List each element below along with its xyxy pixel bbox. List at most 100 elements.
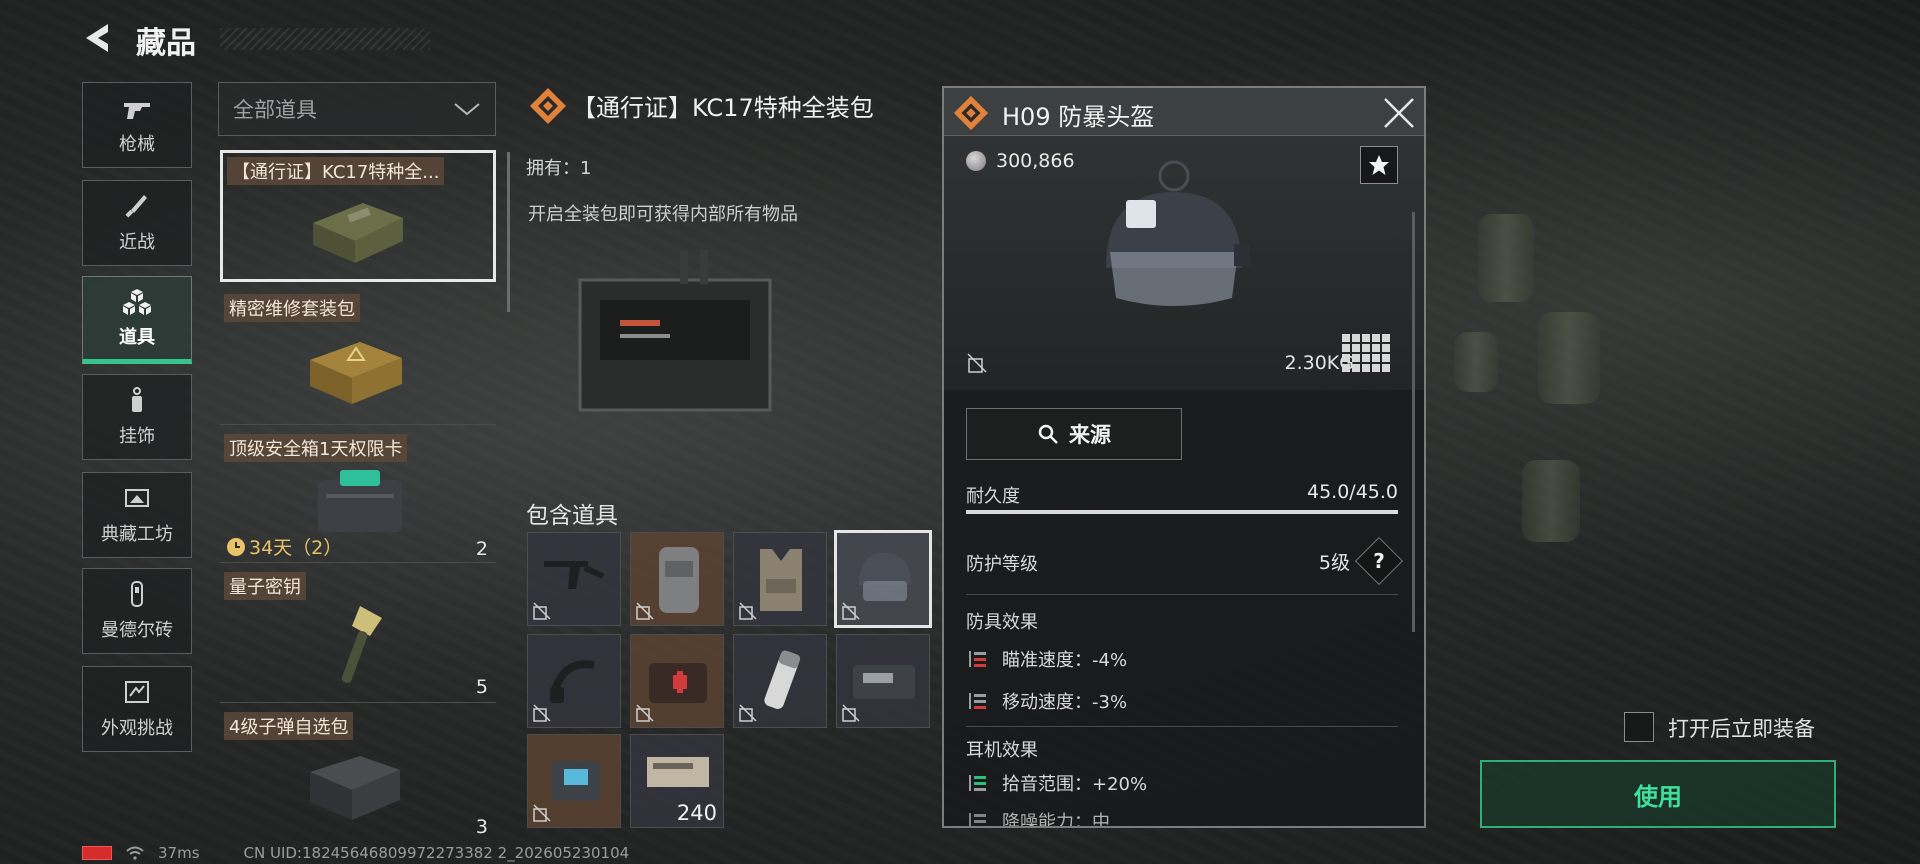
search-icon (1038, 424, 1058, 444)
untradable-icon (739, 704, 757, 722)
contained-item-slot[interactable] (733, 634, 827, 728)
background-grenade (1454, 332, 1498, 392)
equip-on-open-checkbox[interactable] (1624, 712, 1654, 742)
contained-item-slot[interactable] (527, 634, 621, 728)
item-count: 2 (475, 538, 488, 560)
quantum-key-icon (341, 606, 382, 683)
item-timer-text: 34天（2） (249, 537, 343, 559)
contained-item-slot[interactable] (527, 532, 621, 626)
protection-help-button[interactable] (1354, 536, 1404, 586)
rarity-diamond-icon (953, 95, 989, 131)
popup-scrollbar[interactable] (1412, 212, 1415, 632)
list-item[interactable]: 顶级安全箱1天权限卡 34天（2） 2 (220, 430, 496, 564)
item-timer: 34天（2） (226, 533, 342, 560)
challenge-icon (125, 681, 149, 703)
untradable-icon (533, 704, 551, 722)
category-guns[interactable]: 枪械 (82, 82, 192, 168)
favorite-button[interactable] (1360, 146, 1398, 184)
protection-value: 5级 (1318, 552, 1350, 574)
list-item[interactable]: 【通行证】KC17特种全... (220, 150, 496, 282)
item-name: 顶级安全箱1天权限卡 (224, 434, 408, 462)
contained-item-slot[interactable]: 240 (630, 734, 724, 828)
section-divider (966, 594, 1398, 595)
headset-icon (550, 660, 595, 703)
decrease-icon (969, 693, 986, 709)
pack-title: 【通行证】KC17特种全装包 (572, 94, 874, 122)
list-item[interactable]: 量子密钥 5 (220, 568, 496, 702)
helmet-icon (859, 553, 911, 601)
untradable-icon (636, 602, 654, 620)
untradable-icon (739, 602, 757, 620)
page-title: 藏品 (136, 26, 196, 61)
use-button[interactable]: 使用 (1480, 760, 1836, 828)
category-label: 曼德尔砖 (101, 620, 173, 641)
category-label: 道具 (119, 327, 155, 348)
effect-text: 移动速度：-3% (1002, 692, 1128, 713)
device-icon (853, 665, 915, 699)
supply-crate-icon (313, 203, 403, 263)
category-items[interactable]: 道具 (82, 276, 192, 364)
protection-label: 防护等级 (966, 554, 1038, 575)
effect-row: 移动速度：-3% (966, 688, 1127, 714)
decrease-icon (969, 651, 986, 667)
title-decoration (220, 28, 430, 50)
equip-on-open-label: 打开后立即装备 (1668, 717, 1815, 741)
category-label: 典藏工坊 (101, 524, 173, 545)
effect-text: 降噪能力：中 (1002, 812, 1110, 828)
list-item[interactable]: 精密维修套装包 (220, 290, 496, 424)
untradable-icon (636, 704, 654, 722)
clock-icon (227, 537, 245, 556)
effect-text: 瞄准速度：-4% (1002, 650, 1128, 671)
contains-label: 包含道具 (526, 503, 618, 529)
item-count: 5 (475, 676, 488, 698)
smg-icon (544, 561, 605, 589)
coin-icon (966, 151, 986, 171)
category-mandel-brick[interactable]: 曼德尔砖 (82, 568, 192, 654)
list-item[interactable]: 4级子弹自选包 3 (220, 708, 496, 842)
contained-item-slot[interactable] (733, 532, 827, 626)
category-charms[interactable]: 挂饰 (82, 374, 192, 460)
workshop-icon (125, 489, 149, 507)
category-workshop[interactable]: 典藏工坊 (82, 472, 192, 558)
effect-row: 降噪能力：中 (966, 808, 1110, 828)
category-label: 挂饰 (119, 426, 155, 447)
item-name: 量子密钥 (224, 572, 306, 600)
uid-text: CN UID:18245646809972273382 2_2026052301… (243, 844, 630, 862)
vest-icon (760, 549, 802, 611)
list-scrollbar[interactable] (507, 152, 510, 312)
untradable-icon (533, 804, 551, 822)
back-arrow-icon[interactable] (80, 20, 116, 56)
status-bar: 37ms CN UID:18245646809972273382 2_20260… (82, 844, 629, 862)
armor-effects-heading: 防具效果 (966, 612, 1038, 633)
section-divider (966, 726, 1398, 727)
contained-item-slot[interactable] (527, 734, 621, 828)
contained-item-slot[interactable] (836, 634, 930, 728)
filter-dropdown[interactable]: 全部道具 (218, 82, 496, 136)
contained-item-slot[interactable] (630, 634, 724, 728)
durability-bar (966, 510, 1398, 514)
battery-low-icon (82, 846, 112, 860)
category-appearance-challenge[interactable]: 外观挑战 (82, 666, 192, 752)
contained-item-slot[interactable] (630, 532, 724, 626)
item-weight: 2.30KG (1284, 352, 1355, 374)
ammo-pack-icon (310, 756, 400, 820)
ping-value: 37ms (158, 844, 200, 862)
list-separator (220, 702, 496, 703)
untradable-icon (967, 353, 987, 373)
close-icon[interactable] (1382, 96, 1416, 130)
category-melee[interactable]: 近战 (82, 180, 192, 266)
repair-kit-icon (310, 342, 402, 404)
item-name: 4级子弹自选包 (224, 712, 354, 740)
filter-selected: 全部道具 (233, 98, 317, 122)
slot-count: 240 (676, 801, 717, 825)
pack-description: 开启全装包即可获得内部所有物品 (528, 204, 798, 225)
durability-value: 45.0/45.0 (1306, 481, 1398, 503)
background-grenade (1522, 460, 1580, 542)
charm-icon (132, 387, 142, 412)
increase-icon (969, 775, 986, 791)
background-grenade (1478, 214, 1534, 302)
source-button[interactable]: 来源 (966, 408, 1182, 460)
untradable-icon (533, 602, 551, 620)
category-label: 外观挑战 (101, 718, 173, 739)
contained-item-slot[interactable] (834, 530, 932, 628)
